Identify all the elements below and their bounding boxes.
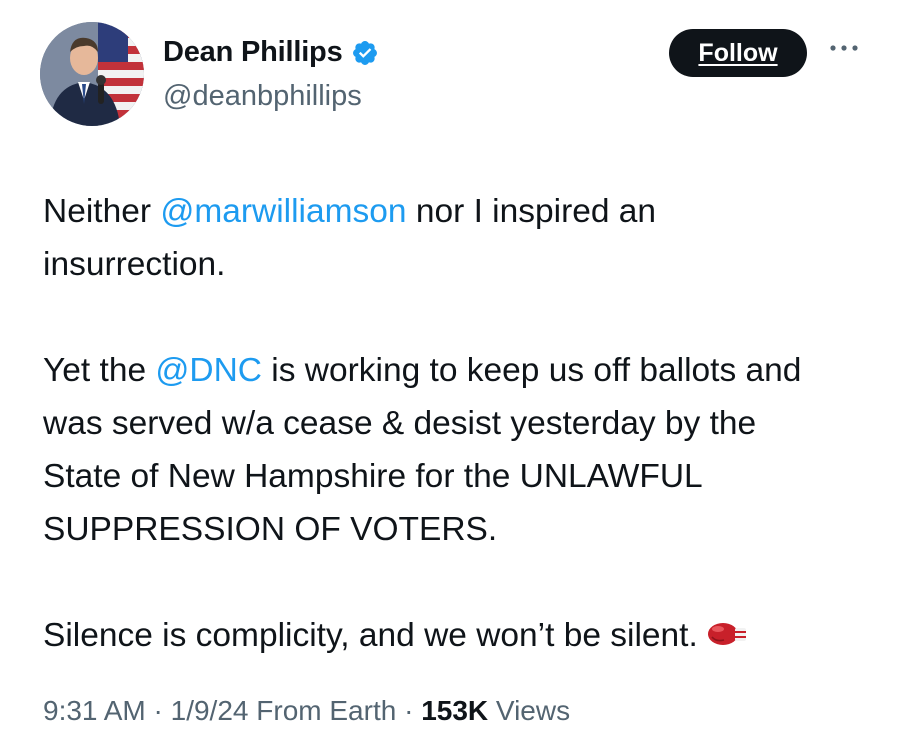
ellipsis-icon bbox=[830, 45, 858, 51]
views-label: Views bbox=[495, 695, 571, 726]
author-handle[interactable]: @deanbphillips bbox=[163, 80, 362, 113]
views-count[interactable]: 153K bbox=[421, 695, 488, 726]
verified-badge-icon bbox=[352, 40, 377, 65]
text-segment: Silence is complicity, and we won’t be s… bbox=[43, 617, 698, 654]
meta-separator: · bbox=[396, 695, 422, 726]
tweet-paragraph-3: Silence is complicity, and we won’t be s… bbox=[43, 609, 883, 662]
more-options-button[interactable] bbox=[826, 38, 862, 58]
meta-separator: · bbox=[145, 695, 171, 726]
tweet-paragraph-1: Neither @marwilliamson nor I inspired an… bbox=[43, 185, 763, 291]
person-avatar-icon bbox=[40, 22, 144, 126]
text-segment: Yet the bbox=[43, 352, 156, 389]
author-name-row: Dean Phillips bbox=[163, 36, 379, 69]
follow-button[interactable]: Follow bbox=[669, 29, 807, 77]
mention-marwilliamson-link[interactable]: @marwilliamson bbox=[160, 193, 406, 230]
mention-dnc-link[interactable]: @DNC bbox=[155, 352, 262, 389]
boxing-glove-icon bbox=[707, 623, 746, 645]
text-segment: Neither bbox=[43, 193, 161, 230]
tweet-text: Neither @marwilliamson nor I inspired an… bbox=[43, 185, 883, 662]
author-display-name[interactable]: Dean Phillips bbox=[163, 36, 343, 69]
tweet-paragraph-2: Yet the @DNC is working to keep us off b… bbox=[43, 344, 843, 556]
tweet-date[interactable]: 1/9/24 bbox=[171, 695, 249, 726]
tweet-metadata: 9:31 AM · 1/9/24 From Earth · 153K Views bbox=[43, 695, 570, 727]
tweet-time[interactable]: 9:31 AM bbox=[43, 695, 146, 726]
author-avatar[interactable] bbox=[40, 22, 144, 126]
tweet-source: From Earth bbox=[256, 695, 397, 726]
meta-separator bbox=[488, 695, 496, 726]
tweet-card: Dean Phillips @deanbphillips Follow Neit… bbox=[0, 0, 905, 744]
